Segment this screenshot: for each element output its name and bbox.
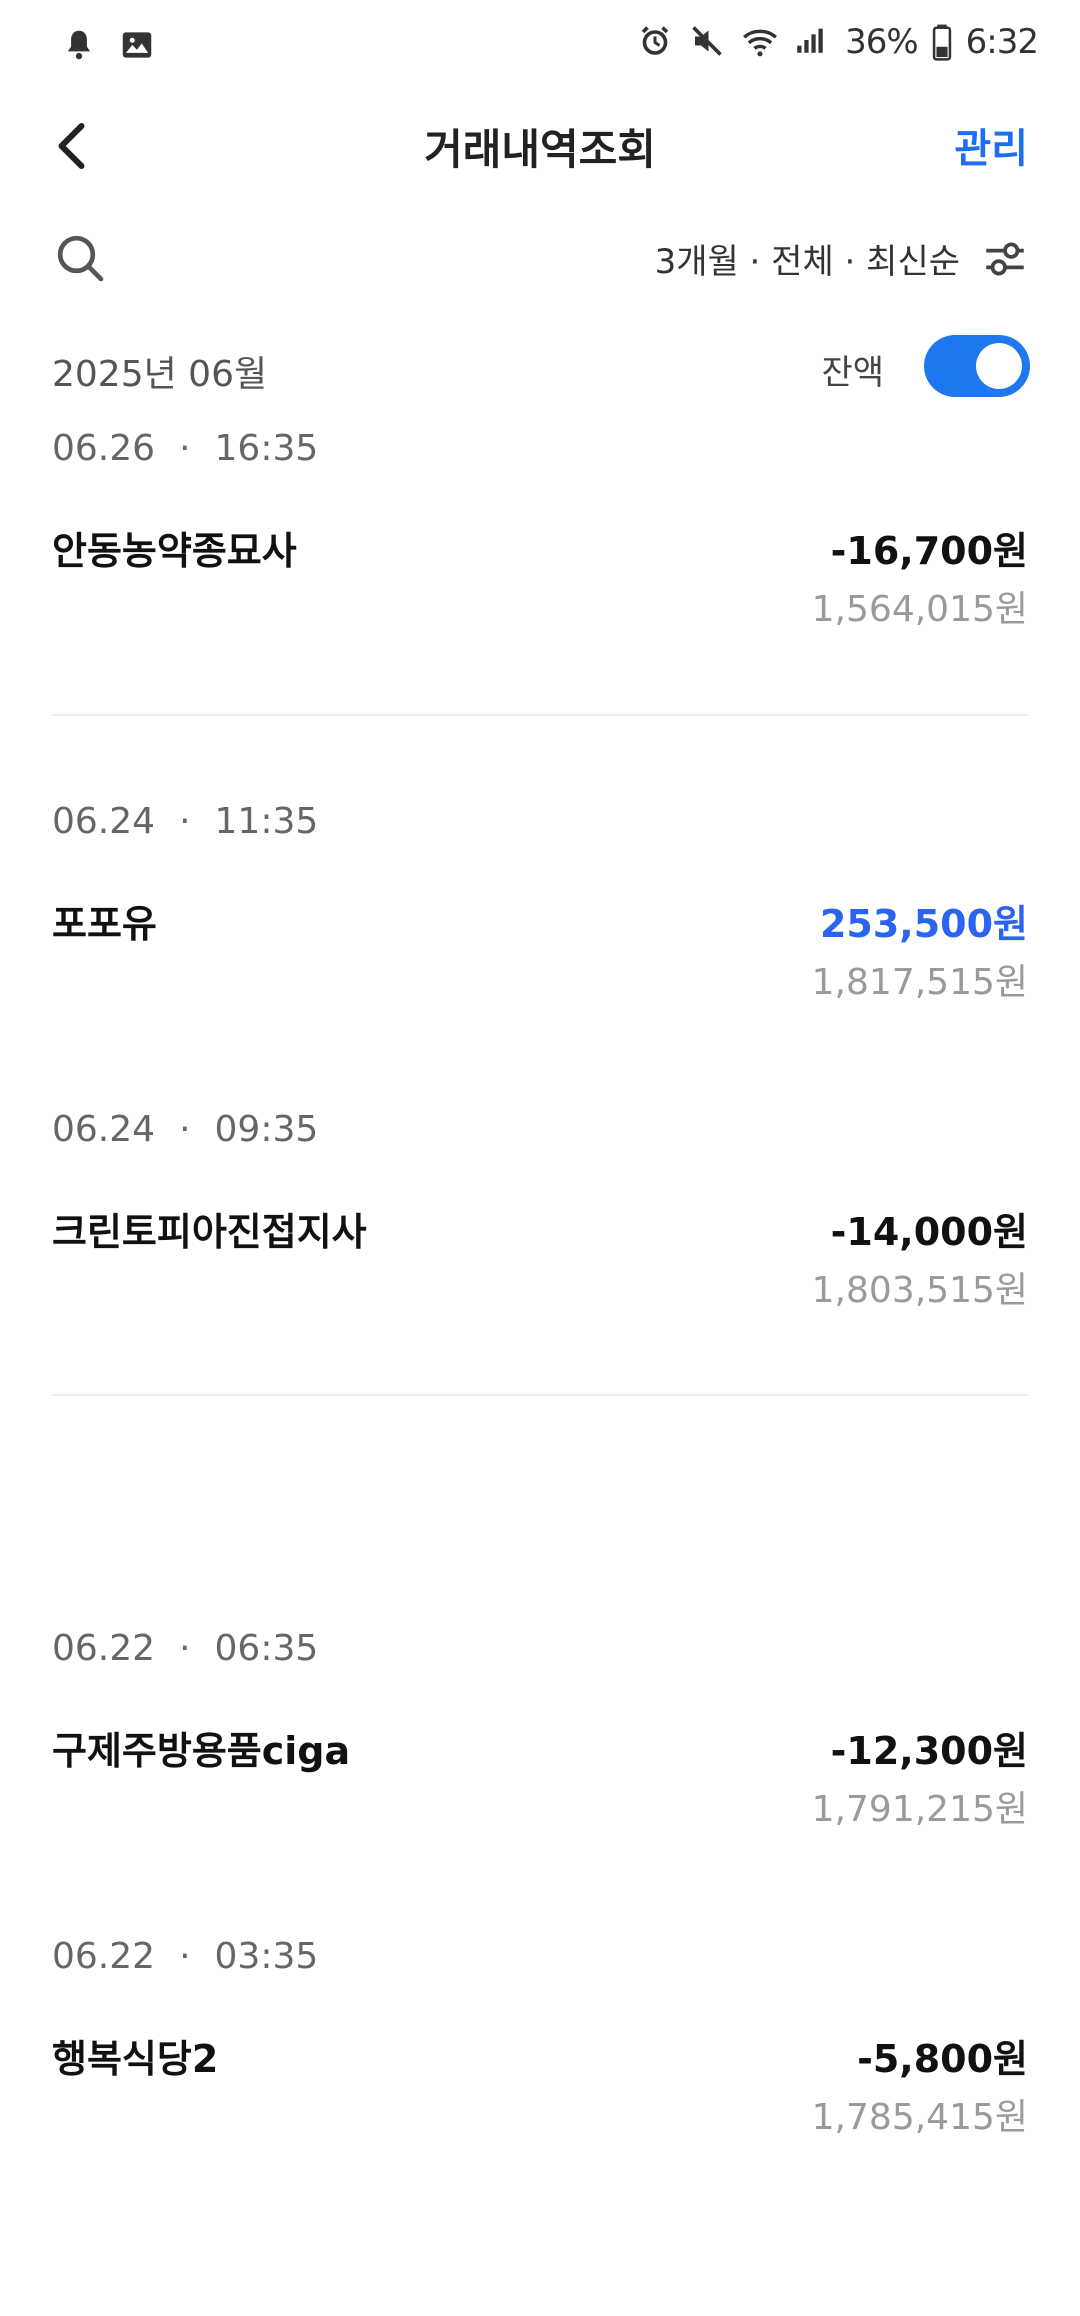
- merchant-name[interactable]: 안동농약종묘사: [52, 520, 297, 575]
- merchant-name[interactable]: 구제주방용품ciga: [52, 1720, 350, 1775]
- balance-after: 1,564,015원: [811, 589, 1028, 630]
- transaction-time: 09:35: [214, 1109, 319, 1150]
- balance-after: 1,785,415원: [811, 2097, 1028, 2138]
- search-button[interactable]: [52, 230, 108, 286]
- date-separator: ·: [179, 801, 191, 842]
- battery-percent: 36%: [845, 22, 919, 62]
- screen: 36% 6:32 거래내역조회 관리 3개월 · 전체 · 최신순 2025년 …: [0, 0, 1080, 2316]
- status-right: 36% 6:32: [637, 22, 1039, 62]
- date-separator: ·: [179, 428, 191, 469]
- transaction-datetime: 06.24 · 09:35: [52, 1109, 318, 1150]
- filter-settings-button[interactable]: [980, 234, 1030, 284]
- merchant-name[interactable]: 크린토피아진접지사: [52, 1201, 367, 1256]
- filter-summary[interactable]: 3개월 · 전체 · 최신순: [655, 234, 960, 283]
- transaction-time: 11:35: [214, 801, 319, 842]
- balance-toggle[interactable]: [924, 335, 1030, 397]
- divider: [52, 1394, 1028, 1396]
- transaction-item[interactable]: 06.22 · 03:35 행복식당2 -5,800원 1,785,415원: [0, 1928, 1080, 2148]
- signal-icon: [793, 23, 831, 61]
- transaction-amount: -16,700원: [830, 529, 1028, 573]
- divider: [52, 714, 1028, 716]
- balance-after: 1,803,515원: [811, 1270, 1028, 1311]
- merchant-name[interactable]: 행복식당2: [52, 2028, 218, 2083]
- transaction-time: 16:35: [214, 428, 319, 469]
- transaction-time: 03:35: [214, 1936, 319, 1977]
- balance-after: 1,817,515원: [811, 962, 1028, 1003]
- transaction-item[interactable]: 06.22 · 06:35 구제주방용품ciga -12,300원 1,791,…: [0, 1620, 1080, 1840]
- mute-icon: [689, 23, 727, 61]
- transaction-datetime: 06.22 · 06:35: [52, 1628, 318, 1669]
- sliders-icon: [986, 242, 1024, 276]
- balance-toggle-label: 잔액: [821, 353, 884, 393]
- transaction-amount: 253,500원: [819, 902, 1028, 946]
- page-title: 거래내역조회: [424, 125, 656, 174]
- image-icon: [118, 26, 156, 64]
- search-icon: [57, 235, 104, 282]
- bell-icon: [60, 26, 98, 64]
- transaction-item[interactable]: 06.24 · 11:35 포포유 253,500원 1,817,515원: [0, 793, 1080, 1013]
- date-separator: ·: [179, 1628, 191, 1669]
- transaction-date: 06.24: [52, 801, 156, 842]
- transaction-datetime: 06.26 · 16:35: [52, 428, 318, 469]
- transaction-datetime: 06.22 · 03:35: [52, 1936, 318, 1977]
- month-label: 2025년 06월: [52, 354, 268, 395]
- date-separator: ·: [179, 1936, 191, 1977]
- toggle-knob: [976, 343, 1022, 389]
- merchant-name[interactable]: 포포유: [52, 893, 157, 948]
- status-left: [60, 26, 156, 64]
- transaction-date: 06.24: [52, 1109, 156, 1150]
- clock: 6:32: [965, 22, 1039, 62]
- month-row: 2025년 06월 잔액: [0, 335, 1080, 415]
- transaction-date: 06.26: [52, 428, 156, 469]
- transaction-item[interactable]: 06.24 · 09:35 크린토피아진접지사 -14,000원 1,803,5…: [0, 1101, 1080, 1321]
- transaction-amount: -12,300원: [830, 1729, 1028, 1773]
- alarm-icon: [637, 23, 675, 61]
- transaction-item[interactable]: 06.26 · 16:35 안동농약종묘사 -16,700원 1,564,015…: [0, 420, 1080, 640]
- transaction-time: 06:35: [214, 1628, 319, 1669]
- wifi-icon: [741, 23, 779, 61]
- status-bar: 36% 6:32: [0, 0, 1080, 90]
- manage-button[interactable]: 관리: [954, 116, 1028, 174]
- filter-row: 3개월 · 전체 · 최신순: [0, 220, 1080, 300]
- date-separator: ·: [179, 1109, 191, 1150]
- app-header: 거래내역조회 관리: [0, 100, 1080, 190]
- balance-after: 1,791,215원: [811, 1789, 1028, 1830]
- transaction-date: 06.22: [52, 1628, 156, 1669]
- battery-icon: [932, 23, 952, 61]
- transaction-amount: -14,000원: [830, 1210, 1028, 1254]
- transaction-date: 06.22: [52, 1936, 156, 1977]
- transaction-amount: -5,800원: [857, 2037, 1028, 2081]
- transaction-datetime: 06.24 · 11:35: [52, 801, 318, 842]
